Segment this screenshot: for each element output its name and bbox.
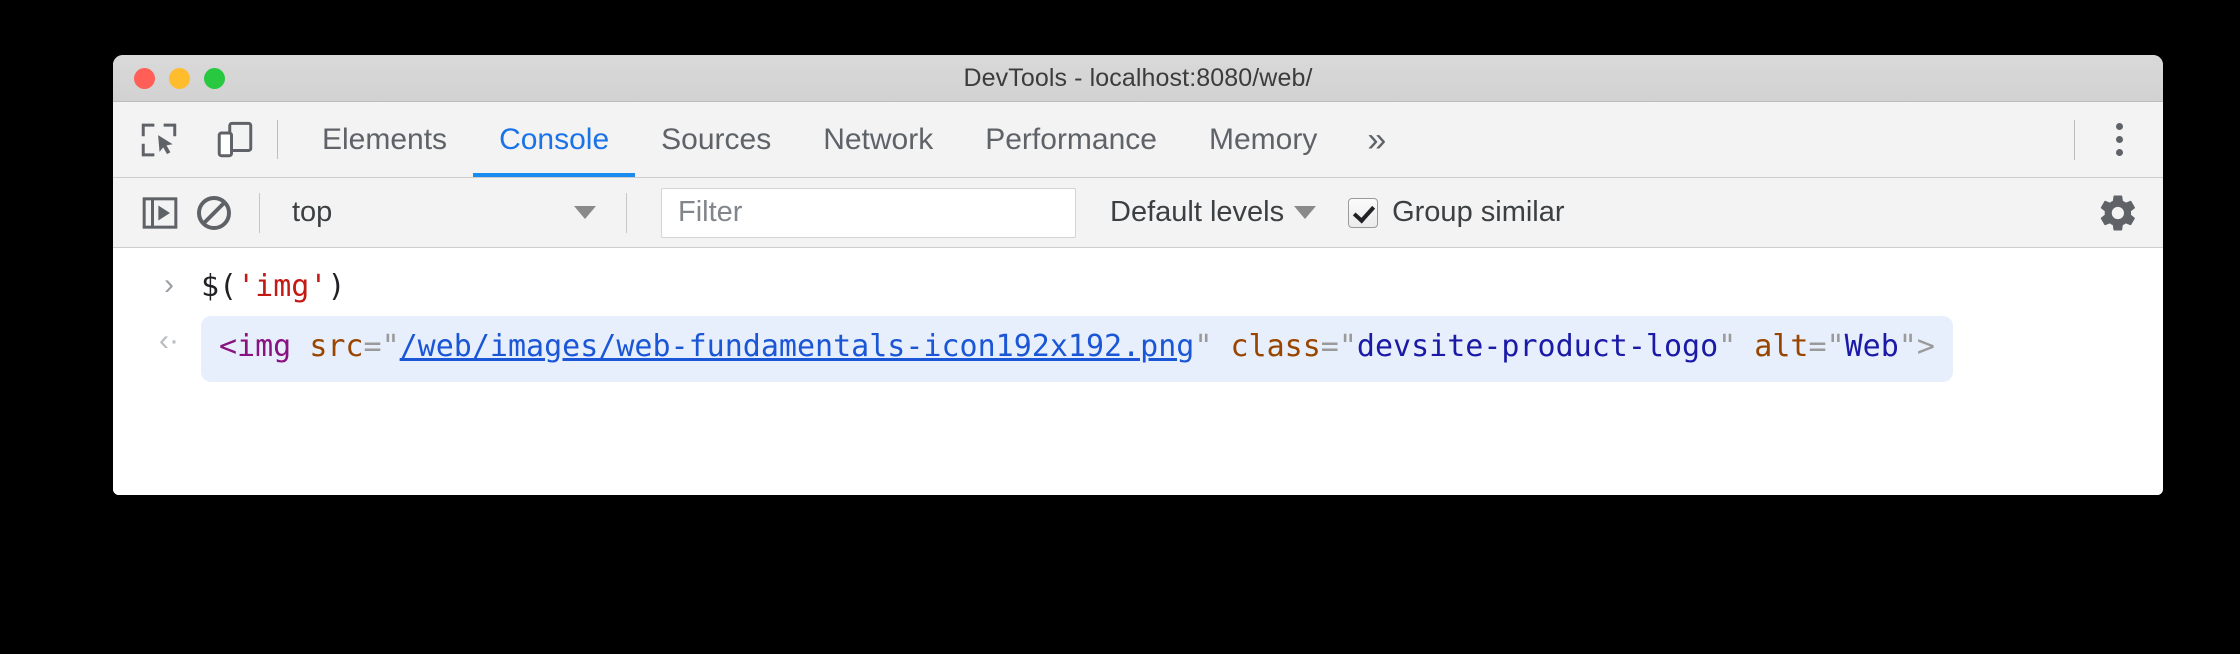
console-sidebar-icon[interactable] [133,186,187,240]
console-input-expression[interactable]: $('img') [201,258,346,312]
group-similar-label: Group similar [1392,196,1565,228]
inspect-element-icon[interactable] [133,114,185,166]
more-tabs-label: » [1367,120,1387,159]
console-message-list: › $('img') ‹· <img src="/web/images/web-… [113,248,2163,495]
panel-tabs: Elements Console Sources Network Perform… [296,102,2052,177]
tab-sources[interactable]: Sources [635,102,797,177]
vertical-dots-icon[interactable] [2097,114,2141,166]
console-input-gutter: › [137,258,201,300]
devtools-window: DevTools - localhost:8080/web/ Elements … [113,55,2163,495]
tab-label: Memory [1208,122,1318,156]
window-title: DevTools - localhost:8080/web/ [963,63,1313,92]
html-value-token: Web [1844,329,1899,364]
html-quote-token: " [381,329,400,364]
html-quote-token: " [1898,329,1917,364]
tab-performance[interactable]: Performance [959,102,1183,177]
code-string-token: 'img' [237,269,328,304]
html-equals-token: = [1808,329,1827,364]
console-input-row[interactable]: › $('img') [113,258,2163,314]
html-quote-token: " [1338,329,1357,364]
tabbar-icon-group [133,102,277,177]
code-token: ) [327,269,346,304]
tab-label: Performance [985,122,1157,156]
console-result-row[interactable]: ‹· <img src="/web/images/web-fundamental… [113,314,2163,382]
tabbar-right-divider [2074,119,2075,160]
devtools-tabbar: Elements Console Sources Network Perform… [113,102,2163,178]
tab-memory[interactable]: Memory [1183,102,1343,177]
tab-label: Elements [322,122,448,156]
filter-field[interactable] [661,187,1076,238]
prompt-chevron-icon: › [164,268,174,301]
html-quote-token: " [1194,329,1213,364]
group-similar-control[interactable]: Group similar [1348,196,1565,229]
chevron-down-icon [1294,206,1317,219]
tab-label: Sources [661,122,772,156]
device-toolbar-icon[interactable] [209,114,261,166]
window-titlebar: DevTools - localhost:8080/web/ [113,55,2163,102]
html-value-token: devsite-product-logo [1356,329,1719,364]
resource-link[interactable]: /web/images/web-fundamentals-icon192x192… [400,329,1195,364]
html-tag-token: <img [219,329,292,364]
code-token: $( [201,269,238,304]
html-attr-token: alt [1754,329,1809,364]
console-result-value[interactable]: <img src="/web/images/web-fundamentals-i… [201,316,1953,382]
chevron-down-icon [574,206,596,219]
clear-console-icon[interactable] [187,186,241,240]
settings-button[interactable] [2097,192,2163,234]
tab-network[interactable]: Network [797,102,959,177]
console-toolbar: top Default levels Group similar [113,178,2163,248]
tab-console[interactable]: Console [473,102,636,177]
tabbar-divider [277,120,278,159]
console-toolbar-divider-2 [626,192,627,233]
console-toolbar-divider-1 [259,192,260,233]
search-input[interactable] [676,195,1061,230]
execution-context-selector[interactable]: top [278,186,608,240]
html-attr-token: class [1230,329,1321,364]
tabbar-right-group [2052,102,2163,177]
log-levels-label: Default levels [1110,196,1285,228]
html-tag-close-token: > [1916,329,1935,364]
console-result-gutter: ‹· [137,314,201,356]
html-equals-token: = [363,329,382,364]
html-equals-token: = [1320,329,1339,364]
tab-label: Console [499,122,610,156]
tab-elements[interactable]: Elements [296,102,473,177]
gear-icon [2100,194,2135,230]
result-chevron-icon: ‹· [159,324,179,357]
html-quote-token: " [1718,329,1737,364]
execution-context-value: top [292,196,333,228]
html-quote-token: " [1826,329,1845,364]
html-attr-token: src [309,329,364,364]
log-levels-dropdown[interactable]: Default levels [1104,186,1322,240]
group-similar-checkbox[interactable] [1348,197,1379,228]
screenshot-stage: DevTools - localhost:8080/web/ Elements … [0,0,2240,654]
tab-label: Network [823,122,934,156]
more-tabs-icon[interactable]: » [1343,102,1404,177]
